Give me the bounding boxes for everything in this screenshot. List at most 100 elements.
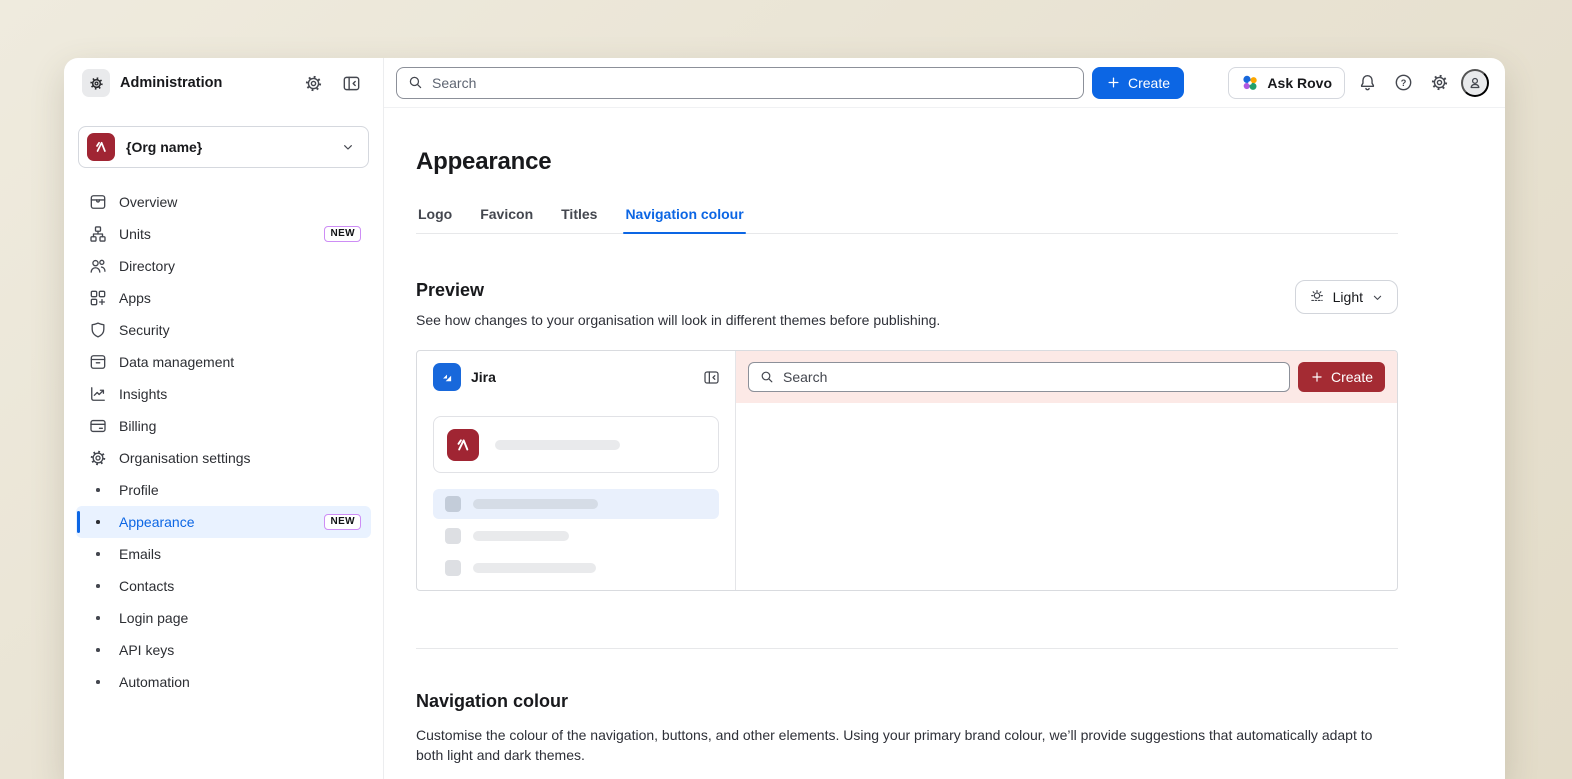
chevron-down-icon xyxy=(340,139,356,155)
bullet-icon xyxy=(88,616,108,620)
chevron-down-icon xyxy=(1370,290,1385,305)
sidebar-item-overview[interactable]: Overview xyxy=(76,186,371,218)
navigation-colour-description: Customise the colour of the navigation, … xyxy=(416,725,1391,765)
search-icon xyxy=(407,74,424,91)
shield-icon xyxy=(88,320,108,340)
profile-avatar[interactable] xyxy=(1461,69,1489,97)
sidebar-nav: Overview Units NEW Directory Apps xyxy=(64,172,383,698)
app-title: Administration xyxy=(120,75,289,91)
skeleton-bar xyxy=(495,440,620,450)
tab-favicon[interactable]: Favicon xyxy=(478,206,535,233)
tab-logo[interactable]: Logo xyxy=(416,206,454,233)
skeleton-row-selected xyxy=(433,489,719,519)
skeleton-square xyxy=(445,560,461,576)
org-logo xyxy=(87,133,115,161)
sidebar-item-apps[interactable]: Apps xyxy=(76,282,371,314)
sidebar-item-organisation-settings[interactable]: Organisation settings xyxy=(76,442,371,474)
svg-text:?: ? xyxy=(1400,78,1406,88)
preview-heading: Preview xyxy=(416,280,940,301)
panel-collapse-icon xyxy=(341,73,362,94)
skeleton-bar xyxy=(473,499,598,509)
gear-icon xyxy=(303,73,324,94)
rovo-logo-icon xyxy=(1241,74,1259,92)
sidebar-settings-button[interactable] xyxy=(299,69,327,97)
bell-icon xyxy=(1357,72,1378,93)
main-area: Create Ask Rovo ? xyxy=(384,58,1505,779)
page-content: Appearance Logo Favicon Titles Navigatio… xyxy=(384,108,1398,765)
plus-icon xyxy=(1106,75,1121,90)
create-button[interactable]: Create xyxy=(1092,67,1184,99)
preview-top-bar: Search Create xyxy=(736,351,1397,403)
sidebar-item-api-keys[interactable]: API keys xyxy=(76,634,371,666)
question-circle-icon: ? xyxy=(1393,72,1414,93)
preview-skeleton-nav xyxy=(433,489,719,583)
preview-search: Search xyxy=(748,362,1290,392)
preview-search-placeholder: Search xyxy=(783,369,827,385)
credit-card-icon xyxy=(88,416,108,436)
tab-titles[interactable]: Titles xyxy=(559,206,599,233)
preview-description: See how changes to your organisation wil… xyxy=(416,310,940,330)
settings-button[interactable] xyxy=(1425,69,1453,97)
jira-logo-icon xyxy=(433,363,461,391)
skeleton-square xyxy=(445,528,461,544)
preview-app-name: Jira xyxy=(471,369,692,385)
preview-app-main: Search Create xyxy=(736,351,1397,590)
notifications-button[interactable] xyxy=(1353,69,1381,97)
preview-header: Preview See how changes to your organisa… xyxy=(416,280,1398,330)
help-button[interactable]: ? xyxy=(1389,69,1417,97)
administration-app-icon xyxy=(82,69,110,97)
org-selector[interactable]: {Org name} xyxy=(78,126,369,168)
skeleton-square xyxy=(445,496,461,512)
sidebar: Administration {Org name} xyxy=(64,58,384,779)
global-search[interactable] xyxy=(396,67,1084,99)
page-title: Appearance xyxy=(416,148,1398,176)
sidebar-item-data-management[interactable]: Data management xyxy=(76,346,371,378)
bullet-icon xyxy=(88,488,108,492)
sun-icon xyxy=(1308,288,1326,306)
plus-icon xyxy=(1310,370,1324,384)
bullet-icon xyxy=(88,520,108,524)
preview-org-card xyxy=(433,416,719,473)
theme-preview-panel: Jira xyxy=(416,350,1398,591)
directory-icon xyxy=(88,256,108,276)
sidebar-item-units[interactable]: Units NEW xyxy=(76,218,371,250)
overview-icon xyxy=(88,192,108,212)
gear-icon xyxy=(88,448,108,468)
sidebar-item-directory[interactable]: Directory xyxy=(76,250,371,282)
new-badge: NEW xyxy=(324,226,361,242)
sidebar-item-automation[interactable]: Automation xyxy=(76,666,371,698)
preview-create-button: Create xyxy=(1298,362,1385,392)
search-icon xyxy=(759,369,775,385)
top-bar: Create Ask Rovo ? xyxy=(384,58,1505,108)
apps-icon xyxy=(88,288,108,308)
bullet-icon xyxy=(88,680,108,684)
sidebar-item-billing[interactable]: Billing xyxy=(76,410,371,442)
sidebar-item-insights[interactable]: Insights xyxy=(76,378,371,410)
sidebar-header: Administration xyxy=(64,58,383,108)
skeleton-bar xyxy=(473,531,569,541)
admin-window: Administration {Org name} xyxy=(64,58,1505,779)
tab-navigation-colour[interactable]: Navigation colour xyxy=(623,206,745,233)
search-input[interactable] xyxy=(432,75,1073,91)
skeleton-row xyxy=(433,521,719,551)
preview-app-sidebar: Jira xyxy=(417,351,736,590)
sidebar-item-contacts[interactable]: Contacts xyxy=(76,570,371,602)
theme-select-button[interactable]: Light xyxy=(1295,280,1398,314)
sidebar-item-profile[interactable]: Profile xyxy=(76,474,371,506)
sidebar-collapse-button[interactable] xyxy=(337,69,365,97)
units-icon xyxy=(88,224,108,244)
tab-bar: Logo Favicon Titles Navigation colour xyxy=(416,206,1398,234)
sidebar-item-appearance[interactable]: Appearance NEW xyxy=(76,506,371,538)
sidebar-item-login-page[interactable]: Login page xyxy=(76,602,371,634)
section-divider xyxy=(416,648,1398,649)
skeleton-row xyxy=(433,553,719,583)
sidebar-item-security[interactable]: Security xyxy=(76,314,371,346)
sidebar-item-emails[interactable]: Emails xyxy=(76,538,371,570)
ask-rovo-button[interactable]: Ask Rovo xyxy=(1228,67,1345,99)
bullet-icon xyxy=(88,552,108,556)
chart-line-icon xyxy=(88,384,108,404)
bullet-icon xyxy=(88,648,108,652)
navigation-colour-heading: Navigation colour xyxy=(416,691,1398,712)
archive-box-icon xyxy=(88,352,108,372)
skeleton-bar xyxy=(473,563,596,573)
